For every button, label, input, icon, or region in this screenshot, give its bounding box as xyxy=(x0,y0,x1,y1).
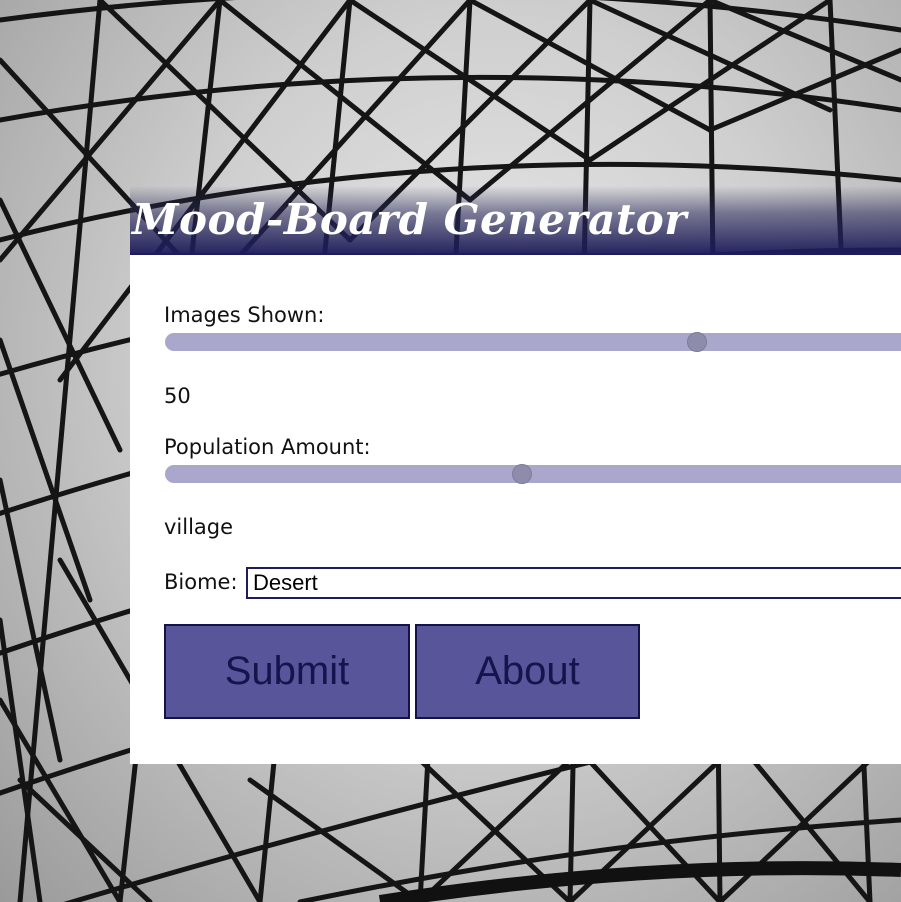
about-button[interactable]: About xyxy=(415,624,640,719)
biome-input[interactable] xyxy=(246,567,901,599)
population-amount-slider-thumb[interactable] xyxy=(512,464,533,484)
population-amount-label: Population Amount: xyxy=(164,435,371,459)
biome-label: Biome: xyxy=(164,570,238,594)
page-title: Mood-Board Generator xyxy=(132,195,687,244)
form-panel: Images Shown: 50 Population Amount: vill… xyxy=(130,253,901,764)
images-shown-slider-thumb[interactable] xyxy=(687,332,707,352)
submit-button[interactable]: Submit xyxy=(164,624,410,719)
images-shown-label: Images Shown: xyxy=(164,303,325,327)
images-shown-slider[interactable] xyxy=(165,332,901,352)
population-amount-slider[interactable] xyxy=(165,464,901,484)
images-shown-value: 50 xyxy=(164,384,191,408)
population-amount-value: village xyxy=(164,515,234,539)
